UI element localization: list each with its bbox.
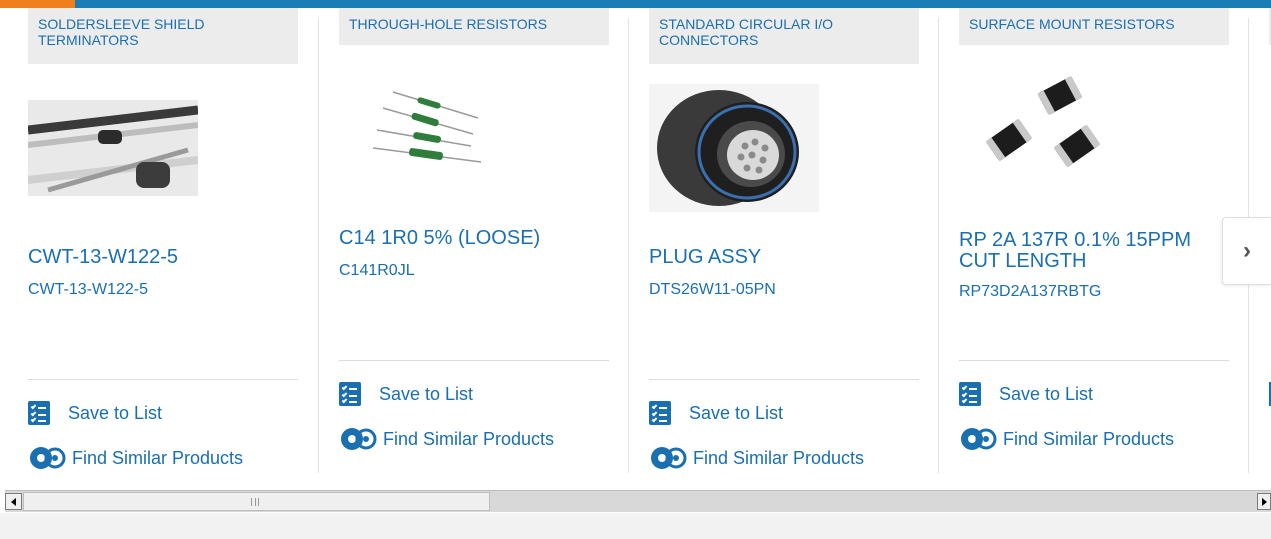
find-similar-label: Find Similar Products [383, 428, 555, 449]
product-title-link[interactable]: C14 1R0 5% (LOOSE) [339, 228, 609, 249]
save-to-list-button[interactable]: Save to List [649, 401, 783, 425]
part-number-link[interactable]: DTS26W11-05PN [649, 281, 776, 299]
product-title-link[interactable]: PLUG ASSY [649, 247, 919, 268]
product-card: SURFACE MOUNT RESISTORS RP 2A 137R 0.1% … [959, 8, 1229, 478]
gear-icon [341, 428, 377, 450]
checklist-icon [339, 382, 361, 406]
product-card: SOLDERSLEEVE SHIELD TERMINATORS CWT-13-W… [27, 8, 318, 478]
product-image[interactable] [985, 74, 1107, 174]
save-to-list-label: Save to List [379, 383, 474, 404]
find-similar-button[interactable]: Find Similar Products [339, 426, 554, 452]
product-card: STANDARD CIRCULAR I/O CONNECTORS PLUG AS… [649, 8, 939, 478]
find-similar-button[interactable]: Find Similar Products [649, 445, 864, 471]
soldersleeve-photo [27, 100, 199, 196]
save-to-list-button[interactable]: Save to List [959, 382, 1093, 406]
product-title-link[interactable]: RP 2A 137R 0.1% 15PPM CUT LENGTH [959, 230, 1229, 272]
save-to-list-button[interactable]: Save to List [28, 401, 162, 425]
resistor-photo [372, 91, 482, 163]
scrollbar-thumb[interactable] [23, 492, 490, 511]
smd-resistor-photo [985, 76, 1101, 168]
save-to-list-label: Save to List [999, 383, 1094, 404]
carousel-next-button[interactable]: › [1222, 217, 1271, 285]
column-divider [938, 18, 939, 473]
category-label[interactable]: STANDARD CIRCULAR I/O CONNECTORS [649, 8, 919, 64]
gear-icon [30, 447, 66, 469]
page-footer-area [0, 513, 1271, 539]
product-carousel: SOLDERSLEEVE SHIELD TERMINATORS CWT-13-W… [0, 8, 1271, 488]
top-accent-highlight [0, 0, 75, 8]
horizontal-scrollbar[interactable] [5, 490, 1271, 512]
find-similar-button[interactable]: Find Similar Products [959, 426, 1174, 452]
find-similar-label: Find Similar Products [72, 447, 244, 468]
find-similar-button[interactable]: Find Similar Products [28, 445, 243, 471]
column-divider [628, 18, 629, 473]
card-divider [959, 360, 1229, 361]
card-divider [649, 379, 919, 380]
category-label[interactable]: SURFACE MOUNT RESISTORS [959, 8, 1229, 45]
checklist-icon [28, 401, 50, 425]
card-divider [28, 379, 298, 380]
checklist-icon [649, 401, 671, 425]
chevron-right-icon: › [1243, 237, 1251, 264]
save-to-list-label: Save to List [68, 402, 163, 423]
part-number-link[interactable]: RP73D2A137RBTG [959, 283, 1101, 301]
product-card: THROUGH-HOLE RESISTORS C14 1R0 5% (LOOSE… [339, 8, 629, 478]
gear-icon [651, 447, 687, 469]
gear-icon [961, 428, 997, 450]
save-to-list-button[interactable]: Save to List [339, 382, 473, 406]
find-similar-label: Find Similar Products [693, 447, 865, 468]
scroll-left-arrow-icon[interactable] [5, 493, 22, 510]
save-to-list-label: Save to List [689, 402, 784, 423]
category-label[interactable]: THROUGH-HOLE RESISTORS [339, 8, 609, 45]
find-similar-label: Find Similar Products [1003, 428, 1175, 449]
scroll-right-arrow-icon[interactable] [1257, 493, 1271, 510]
top-accent-bar [0, 0, 1271, 8]
column-divider [318, 18, 319, 473]
category-label[interactable]: SOLDERSLEEVE SHIELD TERMINATORS [28, 8, 298, 64]
part-number-link[interactable]: C141R0JL [339, 262, 415, 280]
connector-photo [649, 84, 819, 212]
product-image[interactable] [372, 88, 483, 170]
checklist-icon [959, 382, 981, 406]
scrollbar-grip-icon [251, 498, 259, 506]
product-image[interactable] [649, 84, 819, 212]
card-divider [339, 360, 609, 361]
part-number-link[interactable]: CWT-13-W122-5 [28, 281, 148, 299]
product-title-link[interactable]: CWT-13-W122-5 [28, 247, 298, 268]
product-image[interactable] [27, 100, 199, 196]
